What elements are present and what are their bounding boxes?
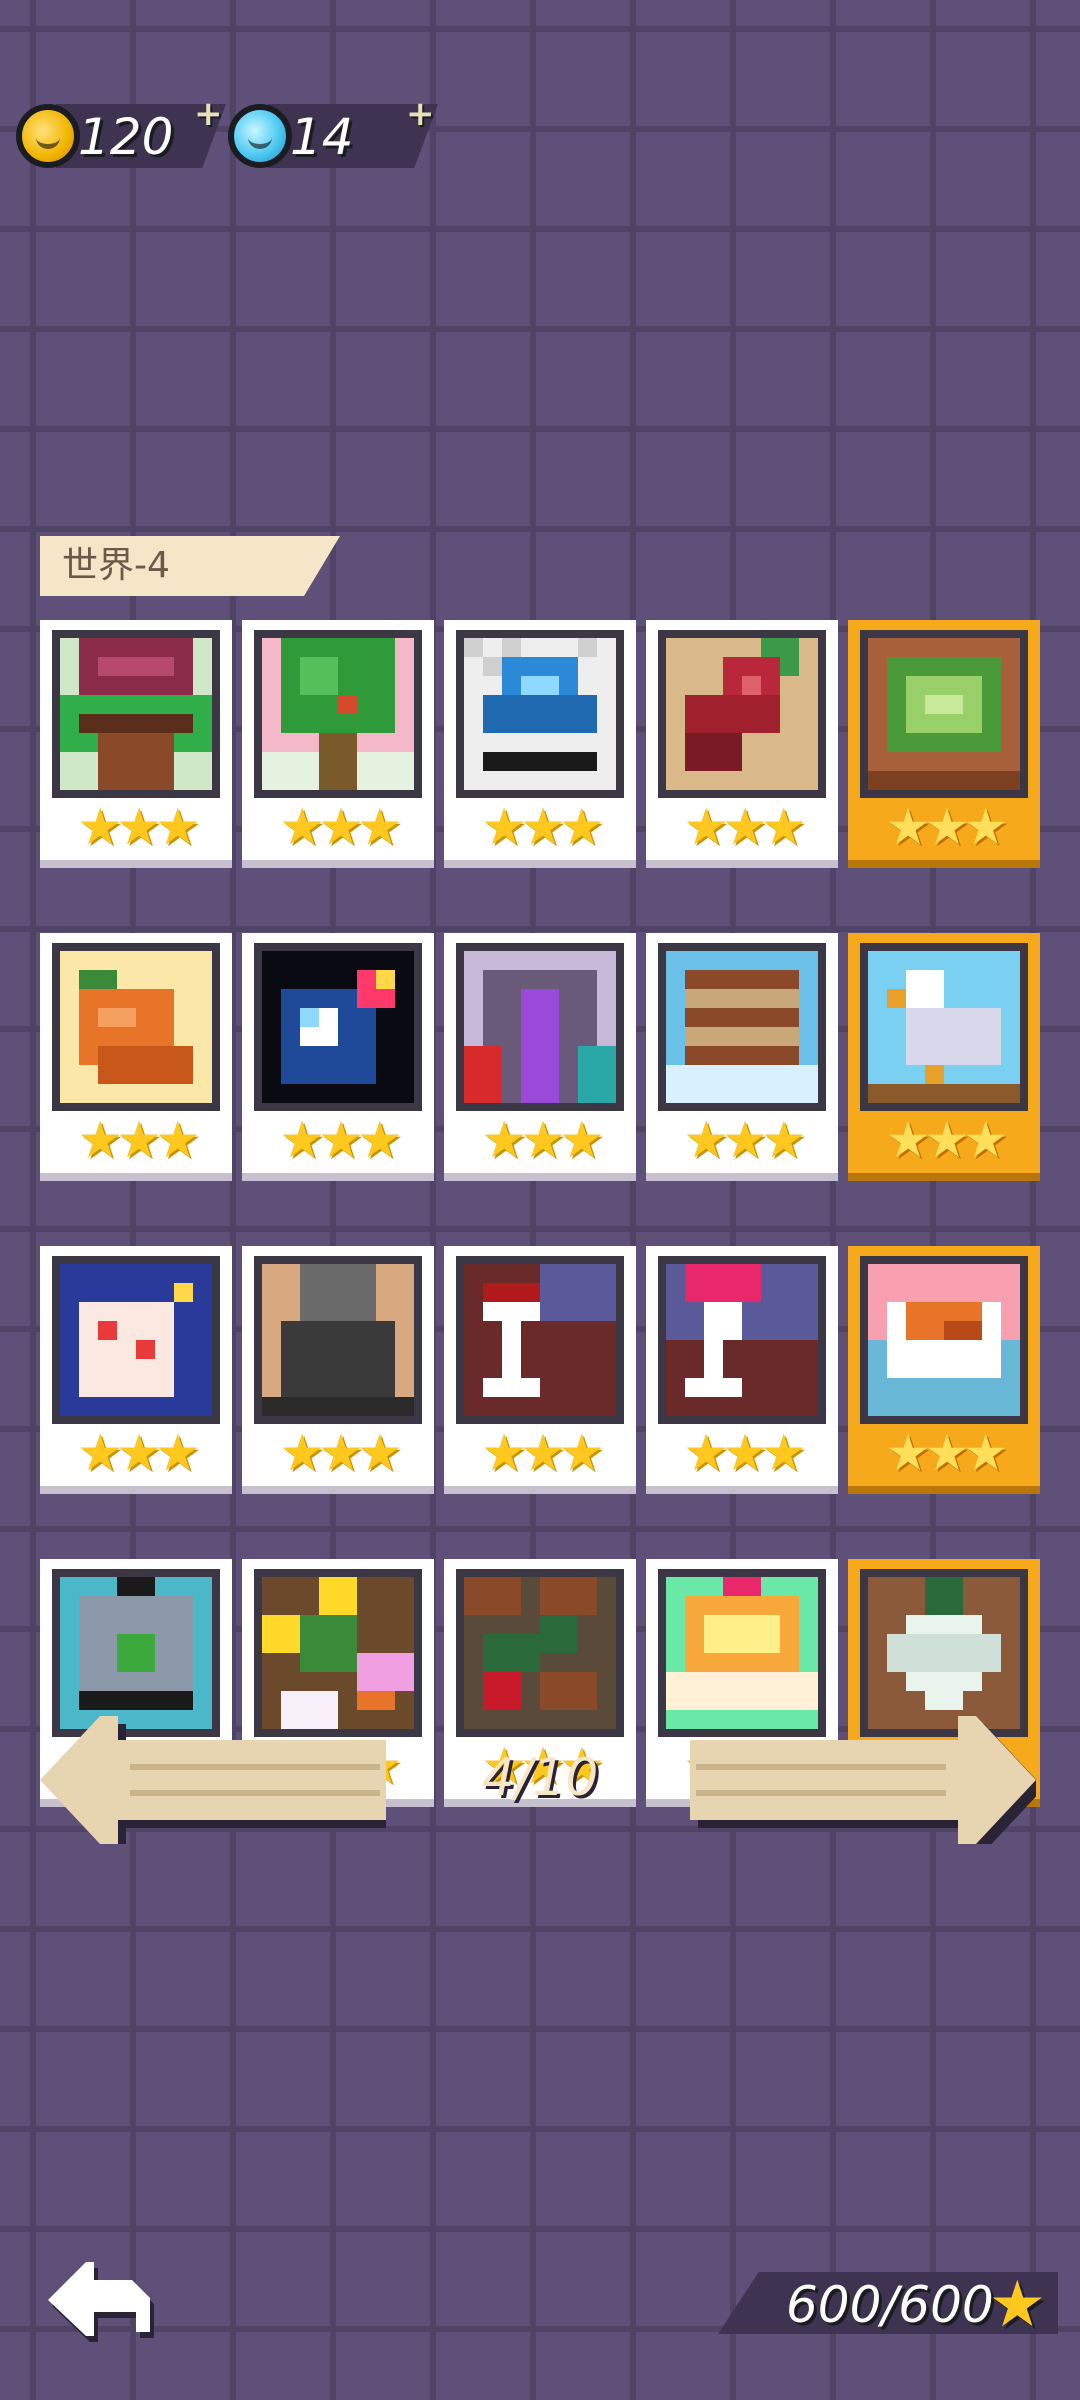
star-rating: ★★★ xyxy=(77,1111,200,1169)
cocktail-icon xyxy=(658,1256,826,1424)
back-arrow-icon xyxy=(48,2262,154,2342)
level-card[interactable]: ★★★ xyxy=(40,620,232,860)
previous-page-button[interactable] xyxy=(40,1716,386,1844)
level-card[interactable]: ★★★ xyxy=(40,1246,232,1486)
seagull-icon xyxy=(860,943,1028,1111)
coin-count: 120 xyxy=(78,108,174,166)
level-card[interactable]: ★★★ xyxy=(444,1246,636,1486)
star-rating: ★★★ xyxy=(885,1424,1008,1482)
barrel-icon xyxy=(658,943,826,1111)
level-card[interactable]: ★★★ xyxy=(242,933,434,1173)
star-rating: ★★★ xyxy=(481,1424,604,1482)
star-rating: ★★★ xyxy=(481,798,604,856)
page-indicator: 4/10 xyxy=(481,1748,599,1808)
level-card[interactable]: ★★★ xyxy=(646,933,838,1173)
next-page-button[interactable] xyxy=(690,1716,1036,1844)
star-rating: ★★★ xyxy=(683,1424,806,1482)
level-card-gold[interactable]: ★★★ xyxy=(848,1246,1040,1486)
level-card[interactable]: ★★★ xyxy=(242,620,434,860)
star-rating: ★★★ xyxy=(279,1424,402,1482)
flowers-icon xyxy=(254,1569,422,1737)
star-icon: ★ xyxy=(988,2268,1046,2342)
portal-icon xyxy=(456,943,624,1111)
wine-glass-icon xyxy=(456,1256,624,1424)
star-rating: ★★★ xyxy=(77,798,200,856)
star-rating: ★★★ xyxy=(683,1111,806,1169)
level-grid: ★★★ ★★★ ★★★ ★★★ ★★★ ★★★ ★★★ ★★★ ★★★ ★★★ … xyxy=(40,620,1041,1799)
total-stars-text: 600/600 xyxy=(786,2276,994,2334)
blue-gem-art-icon xyxy=(456,630,624,798)
add-gems-button[interactable]: + xyxy=(406,94,435,134)
turnip-icon xyxy=(860,1569,1028,1737)
arrow-left-icon xyxy=(40,1716,386,1844)
level-card[interactable]: ★★★ xyxy=(646,620,838,860)
star-rating: ★★★ xyxy=(481,1111,604,1169)
level-card-gold[interactable]: ★★★ xyxy=(848,933,1040,1173)
level-card[interactable]: ★★★ xyxy=(40,933,232,1173)
cake-icon xyxy=(658,1569,826,1737)
total-stars-counter: 600/600 ★ xyxy=(718,2272,1058,2334)
tree-icon xyxy=(254,630,422,798)
add-coins-button[interactable]: + xyxy=(194,94,223,134)
roast-chicken-icon xyxy=(52,943,220,1111)
vines-icon xyxy=(456,1569,624,1737)
dark-statue-icon xyxy=(254,1256,422,1424)
back-button[interactable] xyxy=(44,2248,156,2348)
star-rating: ★★★ xyxy=(885,798,1008,856)
level-card[interactable]: ★★★ xyxy=(242,1246,434,1486)
blue-gem-icon xyxy=(228,104,292,168)
level-card-gold[interactable]: ★★★ xyxy=(848,620,1040,860)
meat-plate-icon xyxy=(860,1256,1028,1424)
flower-pot-icon xyxy=(52,630,220,798)
star-rating: ★★★ xyxy=(279,798,402,856)
gem-count: 14 xyxy=(290,108,354,166)
world-title: 世界-4 xyxy=(40,536,340,596)
level-card[interactable]: ★★★ xyxy=(444,620,636,860)
arrow-right-icon xyxy=(690,1716,1036,1844)
backpack-icon xyxy=(52,1569,220,1737)
level-card[interactable]: ★★★ xyxy=(444,933,636,1173)
star-rating: ★★★ xyxy=(885,1111,1008,1169)
star-rating: ★★★ xyxy=(683,798,806,856)
meat-icon xyxy=(658,630,826,798)
gold-coin-icon xyxy=(16,104,80,168)
level-card[interactable]: ★★★ xyxy=(646,1246,838,1486)
blue-bomb-icon xyxy=(254,943,422,1111)
cabbage-icon xyxy=(860,630,1028,798)
heart-card-icon xyxy=(52,1256,220,1424)
star-rating: ★★★ xyxy=(77,1424,200,1482)
star-rating: ★★★ xyxy=(279,1111,402,1169)
